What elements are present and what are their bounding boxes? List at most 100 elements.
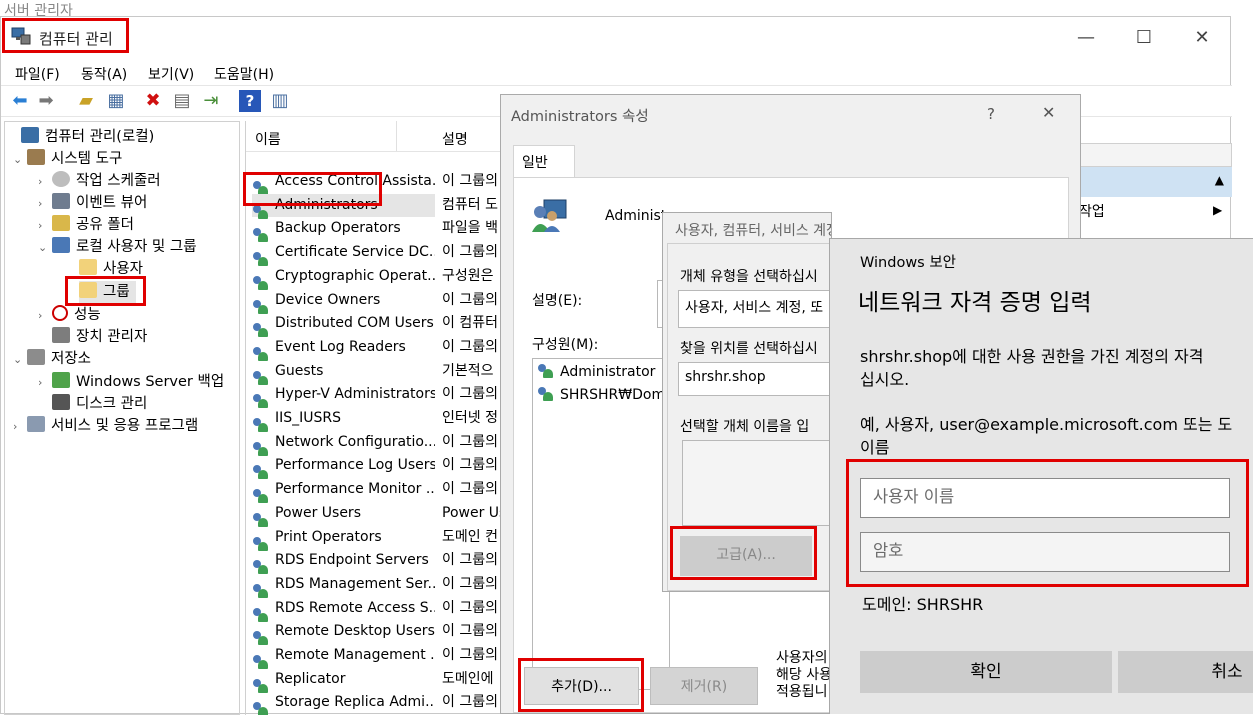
chevron-down-icon[interactable]: ⌄: [13, 349, 27, 371]
cancel-button[interactable]: 취소: [1118, 651, 1253, 693]
object-type-field[interactable]: 사용자, 서비스 계정, 또: [678, 290, 831, 328]
column-name-header[interactable]: 이름: [255, 129, 281, 149]
group-row[interactable]: RDS Management Ser... 이 그룹의: [252, 573, 498, 598]
group-row[interactable]: RDS Remote Access S... 이 그룹의: [252, 597, 498, 622]
group-row[interactable]: Remote Management ... 이 그룹의: [252, 644, 498, 669]
tree-device-manager[interactable]: 장치 관리자: [52, 326, 147, 348]
group-row[interactable]: Performance Log Users 이 그룹의: [252, 454, 498, 480]
group-row[interactable]: Replicator 도메인에: [252, 668, 494, 693]
delete-icon[interactable]: ✖: [142, 90, 164, 112]
group-row[interactable]: Device Owners 이 그룹의: [252, 289, 498, 314]
actions-pane-header: [1079, 143, 1232, 167]
close-button[interactable]: ✕: [1042, 103, 1055, 122]
chevron-right-icon[interactable]: ›: [38, 305, 52, 327]
chevron-right-icon[interactable]: ›: [38, 193, 52, 215]
column-divider[interactable]: [396, 121, 397, 151]
group-row[interactable]: Administrators 컴퓨터 도: [252, 193, 498, 219]
tree-event-viewer[interactable]: › 이벤트 뷰어: [38, 192, 147, 214]
menu-help[interactable]: 도움말(H): [214, 64, 274, 84]
menu-action[interactable]: 동작(A): [81, 64, 127, 84]
menu-file[interactable]: 파일(F): [15, 64, 60, 84]
performance-icon: [52, 305, 68, 321]
advanced-button[interactable]: 고급(A)...: [680, 536, 812, 576]
group-name: Network Configuratio...: [275, 433, 435, 450]
tree-task-scheduler[interactable]: › 작업 스케줄러: [38, 170, 161, 192]
chevron-right-icon[interactable]: ›: [38, 171, 52, 193]
users-icon: [52, 237, 70, 253]
chevron-right-icon[interactable]: ›: [38, 215, 52, 237]
member-item[interactable]: Administrator: [537, 361, 655, 384]
object-names-field[interactable]: [682, 440, 831, 526]
group-name: Replicator: [275, 670, 346, 687]
menu-bar: 파일(F) 동작(A) 보기(V) 도움말(H): [1, 60, 1232, 84]
maximize-button[interactable]: ☐: [1129, 23, 1159, 53]
group-row[interactable]: Hyper-V Administrators 이 그룹의: [252, 383, 498, 409]
help-button[interactable]: ?: [987, 105, 995, 123]
group-row[interactable]: Power Users Power Us: [252, 502, 506, 527]
tree-storage[interactable]: ⌄ 저장소: [13, 348, 91, 370]
group-row[interactable]: Network Configuratio... 이 그룹의: [252, 431, 498, 456]
location-label: 찾을 위치를 선택하십시: [680, 341, 818, 357]
chevron-right-icon[interactable]: ›: [38, 372, 52, 394]
actions-more-item[interactable]: 작업 ▶: [1079, 201, 1222, 221]
group-row[interactable]: Cryptographic Operat... 구성원은: [252, 265, 494, 290]
back-icon[interactable]: ⬅: [9, 90, 31, 112]
ok-button[interactable]: 확인: [860, 651, 1112, 693]
message-line-1: shrshr.shop에 대한 사용 권한을 가진 계정의 자격: [860, 347, 1204, 366]
chevron-down-icon[interactable]: ⌄: [13, 149, 27, 171]
tree-system-tools[interactable]: ⌄ 시스템 도구: [13, 148, 122, 170]
tree-shared-folders[interactable]: › 공유 폴더: [38, 214, 134, 236]
forward-icon[interactable]: ➡: [35, 90, 57, 112]
group-row[interactable]: Remote Desktop Users 이 그룹의: [252, 620, 498, 646]
members-list[interactable]: Administrator SHRSHR₩Doma: [532, 358, 674, 690]
member-item[interactable]: SHRSHR₩Doma: [537, 384, 674, 407]
group-description: 이 그룹의: [442, 575, 498, 592]
tree-root[interactable]: 컴퓨터 관리(로컬): [7, 126, 154, 148]
remove-button[interactable]: 제거(R): [650, 667, 758, 705]
view-icon[interactable]: ▥: [269, 90, 291, 112]
properties-icon[interactable]: ▤: [171, 90, 193, 112]
group-description: 이 그룹의: [442, 386, 498, 403]
username-input[interactable]: 사용자 이름: [860, 478, 1230, 518]
export-icon[interactable]: ⇥: [200, 90, 222, 112]
tree-windows-backup[interactable]: › Windows Server 백업: [38, 371, 224, 393]
tree-services-apps[interactable]: › 서비스 및 응용 프로그램: [13, 415, 198, 437]
tree-local-users-groups[interactable]: ⌄ 로컬 사용자 및 그룹: [38, 236, 197, 258]
select-users-dialog: 사용자, 컴퓨터, 서비스 계정 또는 그룹 선택 개체 유형을 선택하십시 사…: [662, 212, 832, 592]
group-row[interactable]: Certificate Service DC... 이 그룹의: [252, 241, 498, 267]
group-row[interactable]: Event Log Readers 이 그룹의: [252, 336, 498, 361]
group-row[interactable]: Guests 기본적으: [252, 360, 494, 385]
collapse-up-icon[interactable]: ▲: [1215, 173, 1224, 187]
chevron-right-icon[interactable]: ›: [13, 416, 27, 438]
password-input[interactable]: 암호: [860, 532, 1230, 572]
chevron-down-icon[interactable]: ⌄: [38, 237, 52, 259]
tree-performance[interactable]: › 성능: [38, 304, 101, 326]
group-row[interactable]: Distributed COM Users 이 컴퓨터: [252, 312, 498, 338]
up-folder-icon[interactable]: ▰: [75, 90, 97, 112]
storage-icon: [27, 349, 45, 365]
group-row[interactable]: Performance Monitor ... 이 그룹의: [252, 478, 498, 504]
menu-view[interactable]: 보기(V): [148, 64, 194, 84]
group-row[interactable]: IIS_IUSRS 인터넷 정: [252, 407, 498, 432]
minimize-button[interactable]: —: [1071, 23, 1101, 53]
actions-selected-item[interactable]: ▲: [1079, 167, 1232, 197]
title-bar[interactable]: 컴퓨터 관리 — ☐ ✕: [1, 17, 1232, 59]
group-row[interactable]: Backup Operators 파일을 백: [252, 217, 498, 243]
tree-users[interactable]: 사용자: [79, 258, 143, 280]
add-button[interactable]: 추가(D)...: [524, 667, 639, 705]
console-tree-icon[interactable]: ▦: [105, 90, 127, 112]
tab-general[interactable]: 일반: [513, 145, 575, 179]
object-type-label: 개체 유형을 선택하십시: [680, 269, 818, 285]
help-icon[interactable]: ?: [239, 90, 261, 112]
location-field[interactable]: shrshr.shop: [678, 362, 831, 396]
group-row[interactable]: Print Operators 도메인 컨: [252, 526, 498, 551]
group-description: 이 그룹의: [442, 457, 498, 474]
close-button[interactable]: ✕: [1187, 23, 1217, 53]
group-row[interactable]: Access Control Assista... 이 그룹의: [252, 170, 498, 195]
group-row[interactable]: Storage Replica Admi... 이 그룹의: [252, 691, 498, 715]
group-row[interactable]: RDS Endpoint Servers 이 그룹의: [252, 549, 498, 575]
column-desc-header[interactable]: 설명: [442, 129, 468, 149]
tree-groups[interactable]: 그룹: [79, 281, 136, 303]
clock-icon: [52, 171, 70, 187]
tree-disk-management[interactable]: 디스크 관리: [52, 393, 147, 415]
